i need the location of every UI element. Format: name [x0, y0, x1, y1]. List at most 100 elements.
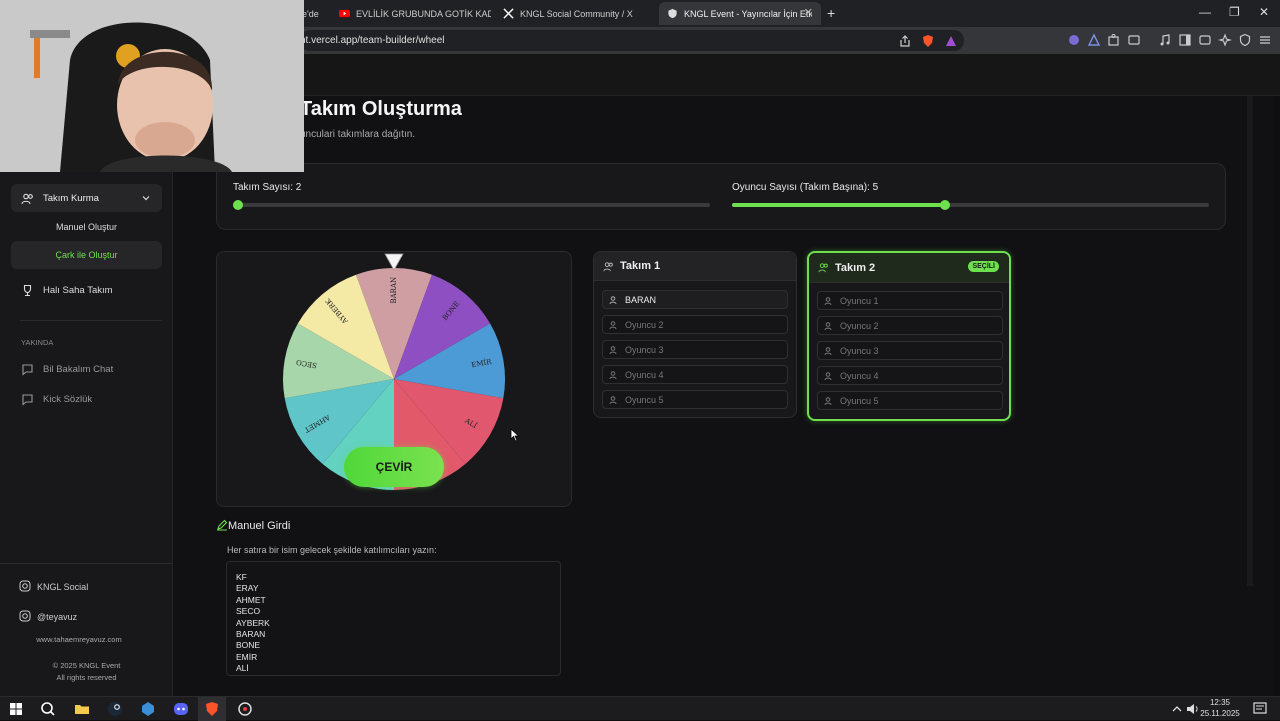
wheel-pointer-icon — [384, 253, 404, 271]
close-tab-icon[interactable]: ✕ — [804, 6, 813, 19]
music-icon[interactable] — [1158, 33, 1172, 47]
close-window-icon[interactable]: ✕ — [1259, 5, 1269, 19]
leo-ai-icon[interactable] — [1218, 33, 1232, 47]
player-slot[interactable]: Oyuncu 1 — [817, 291, 1003, 310]
taskbar-clock[interactable]: 12:35 25.11.2025 — [1200, 696, 1240, 719]
search-icon[interactable] — [39, 700, 57, 718]
share-icon[interactable] — [898, 34, 912, 48]
copyright-text: © 2025 KNGL Event — [52, 661, 121, 670]
manual-input-title: Manuel Girdi — [228, 520, 291, 532]
tab-title: KNGL Social Community / X — [520, 8, 633, 19]
users-icon — [603, 261, 613, 271]
player-count-thumb[interactable] — [940, 200, 950, 210]
player-slot[interactable]: Oyuncu 4 — [602, 365, 788, 384]
sidebar-item-label: Bil Bakalım Chat — [43, 363, 114, 375]
team-count-label: Takım Sayısı: 2 — [233, 182, 302, 193]
slot-label: Oyuncu 2 — [840, 320, 879, 331]
wallet-card-icon[interactable] — [1198, 33, 1212, 47]
team-count-slider[interactable] — [233, 203, 710, 207]
spin-button[interactable]: ÇEVİR — [344, 447, 444, 487]
slot-label: Oyuncu 5 — [625, 394, 664, 405]
discord-icon[interactable] — [172, 700, 190, 718]
social-link[interactable]: KNGL Social — [37, 582, 88, 592]
browser-tab[interactable]: KNGL Social Community / X — [495, 2, 655, 25]
clock-time: 12:35 — [1209, 698, 1231, 707]
player-slot[interactable]: Oyuncu 3 — [817, 341, 1003, 360]
sidebar-item-hali-saha[interactable]: Halı Saha Takım — [11, 276, 162, 304]
slot-label: Oyuncu 3 — [840, 345, 879, 356]
pencil-icon — [217, 519, 228, 531]
browser-tab[interactable]: EVLİLİK GRUBUNDA GOTİK KADIN O — [331, 2, 491, 25]
brave-rewards-icon[interactable] — [944, 34, 958, 48]
user-icon — [609, 320, 617, 329]
social-link[interactable]: @teyavuz — [37, 612, 77, 622]
extension-icon[interactable] — [1067, 33, 1081, 47]
team-count-thumb[interactable] — [233, 200, 243, 210]
sidebar-group-label: Takım Kurma — [43, 192, 99, 204]
sidebar-item-wheel[interactable]: Çark ile Oluştur — [11, 241, 162, 269]
app-icon[interactable] — [139, 700, 157, 718]
team-card-2[interactable]: Takım 2 SEÇİLİ Oyuncu 1 Oyuncu 2 Oyuncu … — [807, 251, 1011, 421]
user-icon — [824, 321, 832, 330]
chat-icon — [22, 363, 33, 376]
user-icon — [824, 371, 832, 380]
url-bar[interactable]: nt.vercel.app/team-builder/wheel — [300, 30, 964, 51]
vpn-shield-icon[interactable] — [1238, 33, 1252, 47]
user-icon — [609, 295, 617, 304]
brave-browser-icon[interactable] — [203, 700, 221, 718]
scrollbar[interactable] — [1247, 96, 1253, 586]
player-count-fill — [732, 203, 945, 207]
user-icon — [824, 396, 832, 405]
chat-icon — [22, 393, 33, 406]
app-icon[interactable] — [236, 700, 254, 718]
user-icon — [609, 395, 617, 404]
slot-label: Oyuncu 1 — [840, 295, 879, 306]
sidebar-group-team-building[interactable]: Takım Kurma — [11, 184, 162, 212]
slot-label: Oyuncu 4 — [840, 370, 879, 381]
instagram-icon[interactable] — [19, 610, 31, 622]
player-slot[interactable]: Oyuncu 3 — [602, 340, 788, 359]
minimize-icon[interactable]: — — [1199, 5, 1211, 19]
page-subtitle: unculari takımlara dağıtın. — [300, 129, 416, 140]
notification-icon[interactable] — [1251, 700, 1269, 718]
youtube-icon — [339, 9, 350, 18]
slot-label: BARAN — [625, 294, 657, 305]
sidebar-item-bil-bakalim[interactable]: Bil Bakalım Chat — [11, 355, 162, 383]
mouse-cursor-icon — [510, 428, 520, 442]
x-logo-icon — [503, 8, 514, 19]
participants-textarea[interactable]: KF ERAY AHMET SECO AYBERK BARAN BONE EMİ… — [226, 561, 561, 676]
player-slot[interactable]: Oyuncu 2 — [817, 316, 1003, 335]
steam-icon[interactable] — [106, 700, 124, 718]
player-slot[interactable]: BARAN — [602, 290, 788, 309]
selected-badge: SEÇİLİ — [968, 261, 999, 272]
triangle-icon[interactable] — [1087, 33, 1101, 47]
manual-input-hint: Her satıra bir isim gelecek şekilde katı… — [227, 545, 437, 555]
player-slot[interactable]: Oyuncu 2 — [602, 315, 788, 334]
tab-title: e'de — [302, 8, 319, 19]
wallet-icon[interactable] — [1127, 33, 1141, 47]
team-header: Takım 2 SEÇİLİ — [809, 253, 1009, 283]
browser-tab-active[interactable]: KNGL Event - Yayıncılar İçin Etkin ✕ — [659, 2, 821, 25]
puzzle-icon[interactable] — [1107, 33, 1121, 47]
user-icon — [824, 296, 832, 305]
website-link[interactable]: www.tahaemreyavuz.com — [0, 635, 158, 644]
windows-start-icon[interactable] — [7, 700, 25, 718]
user-icon — [609, 345, 617, 354]
instagram-icon[interactable] — [19, 580, 31, 592]
player-slot[interactable]: Oyuncu 5 — [602, 390, 788, 409]
file-explorer-icon[interactable] — [73, 700, 91, 718]
new-tab-icon[interactable]: + — [827, 5, 835, 21]
menu-icon[interactable] — [1258, 33, 1272, 47]
sidebar-toggle-icon[interactable] — [1178, 33, 1192, 47]
team-card-1[interactable]: Takım 1 BARAN Oyuncu 2 Oyuncu 3 Oyuncu 4… — [593, 251, 797, 418]
slot-label: Oyuncu 5 — [840, 395, 879, 406]
tab-title: EVLİLİK GRUBUNDA GOTİK KADIN O — [356, 8, 491, 19]
clock-date: 25.11.2025 — [1200, 709, 1240, 718]
player-slot[interactable]: Oyuncu 5 — [817, 391, 1003, 410]
sidebar-item-kick-sozluk[interactable]: Kick Sözlük — [11, 385, 162, 413]
sidebar-item-manual[interactable]: Manuel Oluştur — [11, 213, 162, 241]
settings-card — [216, 163, 1226, 230]
brave-shield-icon[interactable] — [921, 34, 935, 48]
restore-icon[interactable]: ❐ — [1229, 5, 1240, 19]
player-slot[interactable]: Oyuncu 4 — [817, 366, 1003, 385]
